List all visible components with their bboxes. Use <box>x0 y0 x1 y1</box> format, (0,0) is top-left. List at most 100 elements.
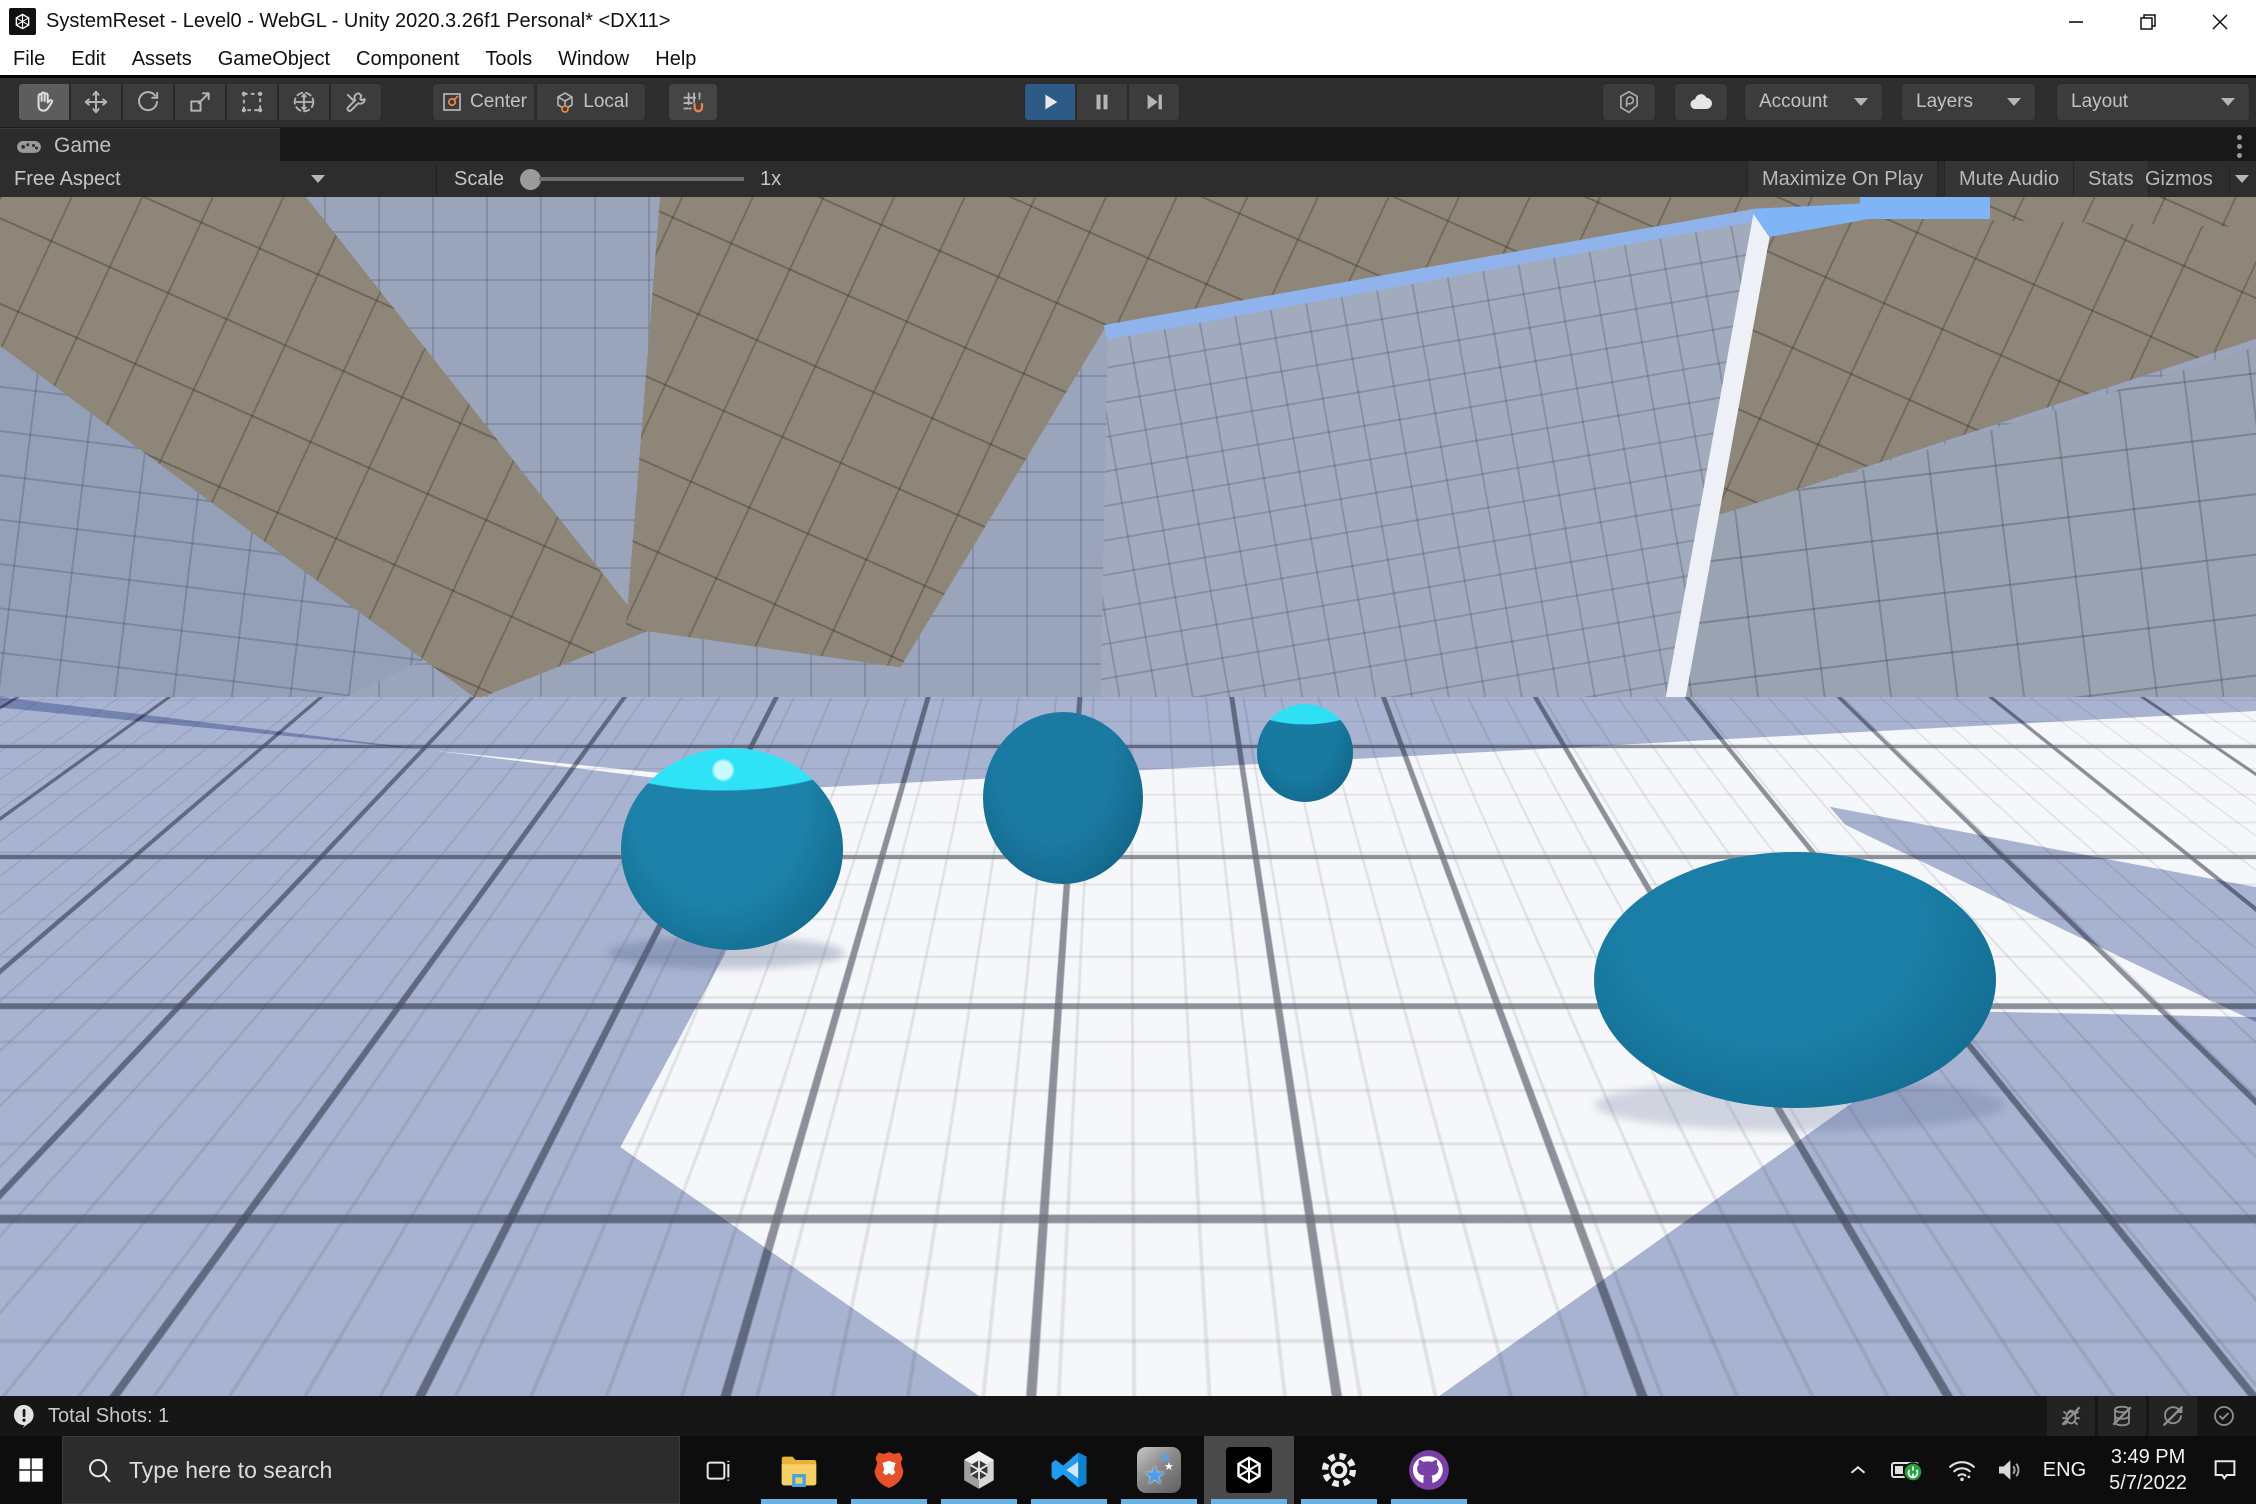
scale-slider-track[interactable] <box>539 177 744 181</box>
scene-sphere <box>1594 852 1996 1108</box>
menu-gameobject[interactable]: GameObject <box>205 48 343 71</box>
menu-help[interactable]: Help <box>642 48 709 71</box>
chevron-down-icon <box>2235 175 2249 183</box>
running-indicator <box>1121 1499 1197 1504</box>
start-button[interactable] <box>0 1436 62 1504</box>
scene-sphere <box>983 712 1143 884</box>
pivot-label: Center <box>470 91 527 113</box>
task-view-button[interactable] <box>680 1436 754 1504</box>
scene-sphere <box>621 748 843 950</box>
tab-menu-kebab-icon[interactable] <box>2237 135 2242 158</box>
cache-disabled-icon[interactable] <box>2098 1396 2146 1436</box>
menu-file[interactable]: File <box>0 48 58 71</box>
main-toolbar: Center Local Account Layers <box>0 78 2256 128</box>
pause-button[interactable] <box>1076 83 1128 121</box>
custom-tools-button[interactable] <box>330 83 382 121</box>
pivot-toggle-button[interactable]: Center <box>432 83 535 121</box>
task-view-icon <box>701 1454 733 1486</box>
play-icon <box>1039 91 1061 113</box>
account-label: Account <box>1759 91 1828 113</box>
transform-tool-button[interactable] <box>278 83 330 121</box>
step-button[interactable] <box>1128 83 1180 121</box>
grid-snap-icon <box>680 89 706 115</box>
mute-audio-toggle[interactable]: Mute Audio <box>1944 161 2074 197</box>
minimize-button[interactable] <box>2040 0 2112 43</box>
running-indicator <box>1301 1499 1377 1504</box>
taskbar-app-file-explorer[interactable] <box>754 1436 844 1504</box>
action-center-icon[interactable] <box>2210 1455 2240 1485</box>
move-icon <box>83 89 109 115</box>
menu-assets[interactable]: Assets <box>119 48 205 71</box>
search-input[interactable]: Type here to search <box>62 1436 680 1504</box>
settings-gear-icon <box>1317 1447 1361 1493</box>
layout-dropdown[interactable]: Layout <box>2056 83 2250 121</box>
transform-icon <box>291 89 317 115</box>
restore-button[interactable] <box>2112 0 2184 43</box>
taskbar-app-unity-hub[interactable] <box>934 1436 1024 1504</box>
grid-snap-button[interactable] <box>668 83 718 121</box>
taskbar-app-settings[interactable] <box>1294 1436 1384 1504</box>
running-indicator <box>851 1499 927 1504</box>
chevron-down-icon <box>311 175 325 183</box>
layers-dropdown[interactable]: Layers <box>1901 83 2036 121</box>
close-button[interactable] <box>2184 0 2256 43</box>
plastic-scm-icon <box>1616 89 1642 115</box>
cloud-services-button[interactable] <box>1674 83 1728 121</box>
scene-sky-sliver <box>1860 197 1990 219</box>
stats-toggle[interactable]: Stats <box>2073 161 2149 197</box>
game-tab-label: Game <box>54 134 111 158</box>
language-indicator[interactable]: ENG <box>2043 1459 2086 1482</box>
scale-slider-knob[interactable] <box>520 169 541 190</box>
orientation-label: Local <box>583 91 628 113</box>
battery-charging-icon[interactable] <box>1889 1455 1929 1485</box>
step-icon <box>1143 91 1165 113</box>
game-viewport[interactable] <box>0 197 2256 1396</box>
plastic-scm-button[interactable] <box>1602 83 1656 121</box>
play-button[interactable] <box>1024 83 1076 121</box>
wifi-icon[interactable] <box>1947 1455 1977 1485</box>
taskbar-app-vscode[interactable] <box>1024 1436 1114 1504</box>
file-explorer-icon <box>776 1447 822 1493</box>
rotate-tool-button[interactable] <box>122 83 174 121</box>
orientation-toggle-button[interactable]: Local <box>536 83 646 121</box>
running-indicator <box>1211 1499 1287 1504</box>
taskbar-clock[interactable]: 3:49 PM 5/7/2022 <box>2109 1444 2187 1496</box>
taskbar-app-github-desktop[interactable] <box>1384 1436 1474 1504</box>
move-tool-button[interactable] <box>70 83 122 121</box>
taskbar-app-unity-editor[interactable] <box>1204 1436 1294 1504</box>
maximize-on-play-toggle[interactable]: Maximize On Play <box>1747 161 1938 197</box>
hand-tool-button[interactable] <box>18 83 70 121</box>
menu-window[interactable]: Window <box>545 48 642 71</box>
rect-tool-button[interactable] <box>226 83 278 121</box>
tray-expand-chevron-icon[interactable] <box>1845 1457 1871 1483</box>
collab-status-icon[interactable] <box>2200 1396 2248 1436</box>
scale-label: Scale <box>454 168 504 191</box>
tray-time: 3:49 PM <box>2109 1444 2187 1470</box>
gizmos-dropdown[interactable]: Gizmos <box>2145 161 2249 197</box>
layout-label: Layout <box>2071 91 2128 113</box>
running-indicator <box>1031 1499 1107 1504</box>
menu-edit[interactable]: Edit <box>58 48 118 71</box>
running-indicator <box>761 1499 837 1504</box>
game-tab[interactable]: Game <box>0 128 280 162</box>
menu-tools[interactable]: Tools <box>472 48 545 71</box>
volume-icon[interactable] <box>1995 1455 2025 1485</box>
game-view-controls: Free Aspect Scale 1x Maximize On Play Mu… <box>0 161 2256 198</box>
scene-sphere <box>1257 704 1353 802</box>
menu-bar: File Edit Assets GameObject Component To… <box>0 43 2256 78</box>
status-bar[interactable]: Total Shots: 1 <box>0 1396 2256 1436</box>
account-dropdown[interactable]: Account <box>1744 83 1883 121</box>
taskbar-app-stars[interactable]: ★ ★ ★ <box>1114 1436 1204 1504</box>
pivot-icon <box>440 90 464 114</box>
taskbar-app-brave[interactable] <box>844 1436 934 1504</box>
cloud-icon <box>1687 88 1715 116</box>
debugger-disabled-icon[interactable] <box>2047 1396 2095 1436</box>
console-message-icon <box>10 1402 38 1430</box>
unity-editor-window: SystemReset - Level0 - WebGL - Unity 202… <box>0 0 2256 1504</box>
wrench-icon <box>343 89 369 115</box>
aspect-dropdown[interactable]: Free Aspect <box>14 161 325 197</box>
scale-tool-button[interactable] <box>174 83 226 121</box>
auto-refresh-disabled-icon[interactable] <box>2149 1396 2197 1436</box>
pause-icon <box>1091 91 1113 113</box>
menu-component[interactable]: Component <box>343 48 472 71</box>
